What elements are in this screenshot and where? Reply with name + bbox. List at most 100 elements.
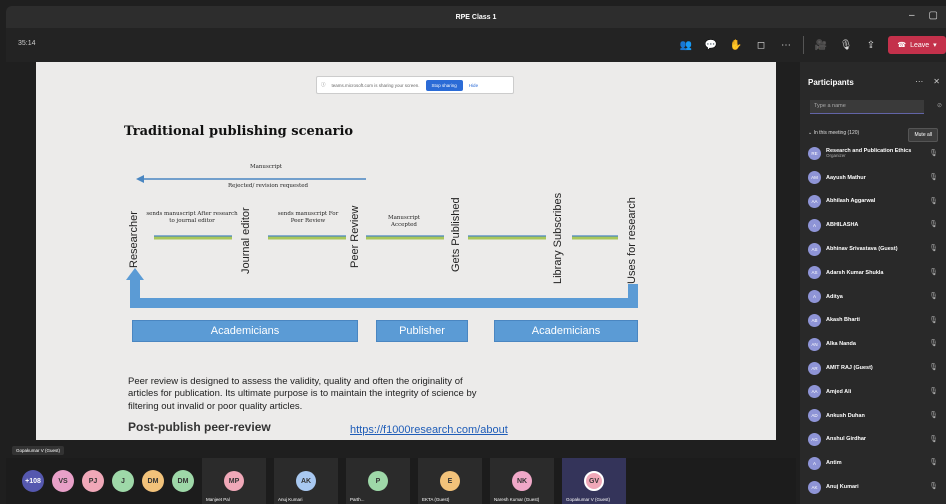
participant-item[interactable]: ASARANDHAKAR SAIRAJ🎙 [808,499,942,504]
share-icon[interactable]: ⇪ [863,37,879,53]
mic-muted-icon: 🎙 [929,340,938,348]
participant-item[interactable]: AA Abhilash Aggarwal 🎙 [808,190,942,214]
participant-item[interactable]: AN Alka Nanda 🎙 [808,332,942,356]
mic-muted-icon: 🎙 [929,268,938,276]
participant-item[interactable]: AD Ankush Duhan 🎙 [808,404,942,428]
participant-list: RE Research and Publication Ethics Organiz… [808,142,942,504]
more-options-icon[interactable]: ⋯ [778,37,794,53]
avatar: E [440,471,460,491]
leave-label: Leave [910,41,930,49]
participant-search-input[interactable]: Type a name [810,100,924,114]
share-invite-icon[interactable]: ⊘ [937,102,942,109]
overflow-count[interactable]: +108 [22,470,44,492]
teams-window: RPE Class 1 – ▢ 35:14 👥 💬 ✋ ◻ ⋯ 🎥 🎙 ⇪ ☎ … [6,6,946,504]
avatar: AK [808,480,821,494]
gallery-avatar[interactable]: DM [172,470,194,492]
participants-icon[interactable]: 👥 [678,37,694,53]
tile-name: EKTA (Guest) [422,497,450,502]
participant-item[interactable]: AR AMIT RAJ (Guest) 🎙 [808,356,942,380]
avatar: AR [808,361,821,375]
participant-name: Anshul Girdhar [826,436,866,442]
in-meeting-label: In this meeting (120) [813,130,860,136]
avatar: AG [808,432,821,446]
gallery-avatar[interactable]: DM [142,470,164,492]
participant-item[interactable]: AG Anshul Girdhar 🎙 [808,428,942,452]
mic-muted-icon: 🎙 [929,150,938,157]
participant-name-text: Abhilash Aggarwal [826,198,876,205]
leave-button[interactable]: ☎ Leave ▾ [888,36,946,54]
rooms-icon[interactable]: ◻ [753,37,769,53]
band-academicians-right: Academicians [494,320,638,342]
participant-item[interactable]: A ABHILASHA 🎙 [808,213,942,237]
participants-heading: Participants [808,78,854,87]
avatar: AM [808,171,821,185]
participant-name: Abhilash Aggarwal [826,198,875,204]
f1000-link[interactable]: https://f1000research.com/about [350,424,508,436]
mic-muted-icon: 🎙 [929,245,938,253]
participant-name: AMIT RAJ (Guest) [826,365,873,371]
video-tile[interactable]: NK Naresh Kumar (Guest) [490,458,554,504]
stage-peer-review: Peer Review [349,205,361,268]
maximize-icon[interactable]: ▢ [929,10,938,21]
avatar: GV [584,471,604,491]
participant-item[interactable]: AM Aayush Mathur 🎙 [808,166,942,190]
avatar: NK [512,471,532,491]
tile-name: Parth... [350,497,365,502]
meeting-timer: 35:14 [18,40,36,47]
band-academicians-left: Academicians [132,320,358,342]
avatar: A [808,456,821,470]
in-meeting-section[interactable]: ⌄ In this meeting (120) [808,130,859,136]
avatar: AA [808,194,821,208]
gallery-avatar[interactable]: J [112,470,134,492]
minimize-icon[interactable]: – [909,10,915,21]
participant-name: Akash Bharti [826,317,860,323]
participant-item[interactable]: RE Research and Publication Ethics Organiz… [808,142,942,166]
participant-item[interactable]: A Aditya 🎙 [808,285,942,309]
participant-name-text: AMIT RAJ (Guest) [826,365,873,372]
participant-item[interactable]: A Antim 🎙 [808,451,942,475]
participant-name-text: Anshul Girdhar [826,436,867,443]
participant-name: Amjed Ali [826,389,851,395]
video-tile[interactable]: MP Manjeet Pal [202,458,266,504]
participant-item[interactable]: AK Anuj Kumari 🎙 [808,475,942,499]
mic-off-icon[interactable]: 🎙 [838,37,854,53]
raise-hand-icon[interactable]: ✋ [728,37,744,53]
return-loop-arrowhead [126,268,144,280]
mic-muted-icon: 🎙 [929,411,938,419]
more-options-icon[interactable]: ⋯ [915,77,923,86]
mic-muted-icon: 🎙 [929,173,938,181]
step1-label: sends manuscript After research to journ… [146,211,238,224]
return-loop-bar [130,298,638,308]
title-bar: RPE Class 1 – ▢ [6,6,946,28]
mic-muted-icon: 🎙 [929,483,938,491]
stage-journal-editor: Journal editor [240,207,252,274]
video-tile[interactable]: E EKTA (Guest) [418,458,482,504]
avatar: AK [296,471,316,491]
tile-name: Anuj Kumari [278,497,303,502]
shared-screen: ⓘ teams.microsoft.com is sharing your sc… [36,62,776,440]
participant-item[interactable]: AB Akash Bharti 🎙 [808,309,942,333]
chat-icon[interactable]: 💬 [703,37,719,53]
participant-name: Alka Nanda [826,341,856,347]
participant-item[interactable]: AS Abhinav Srivastava (Guest) 🎙 [808,237,942,261]
mute-all-button[interactable]: Mute all [908,128,938,142]
participants-panel: Participants ⋯ ✕ Type a name ⊘ ⌄ In this… [800,62,946,504]
camera-off-icon[interactable]: 🎥 [813,37,829,53]
participant-name-text: Abhinav Srivastava (Guest) [826,246,898,253]
participant-name: Ankush Duhan [826,413,865,419]
close-icon[interactable]: ✕ [933,77,940,86]
avatar: AA [808,385,821,399]
gallery-avatar[interactable]: PJ [82,470,104,492]
phone-icon: ☎ [897,42,907,49]
participant-item[interactable]: AS Adarsh Kumar Shukla 🎙 [808,261,942,285]
presenter-label: Gopakumar V (Guest) [12,446,65,455]
video-tile[interactable]: GV Gopakumar V (Guest) [562,458,626,504]
video-tile[interactable]: P Parth... [346,458,410,504]
participant-name-text: Adarsh Kumar Shukla [826,269,884,276]
participant-name-text: Akash Bharti [826,317,860,324]
participant-item[interactable]: AA Amjed Ali 🎙 [808,380,942,404]
gallery-avatar[interactable]: VS [52,470,74,492]
video-tile[interactable]: AK Anuj Kumari [274,458,338,504]
participant-name-text: Aditya [826,293,843,300]
step3-label: Manuscript Accepted [387,215,421,228]
